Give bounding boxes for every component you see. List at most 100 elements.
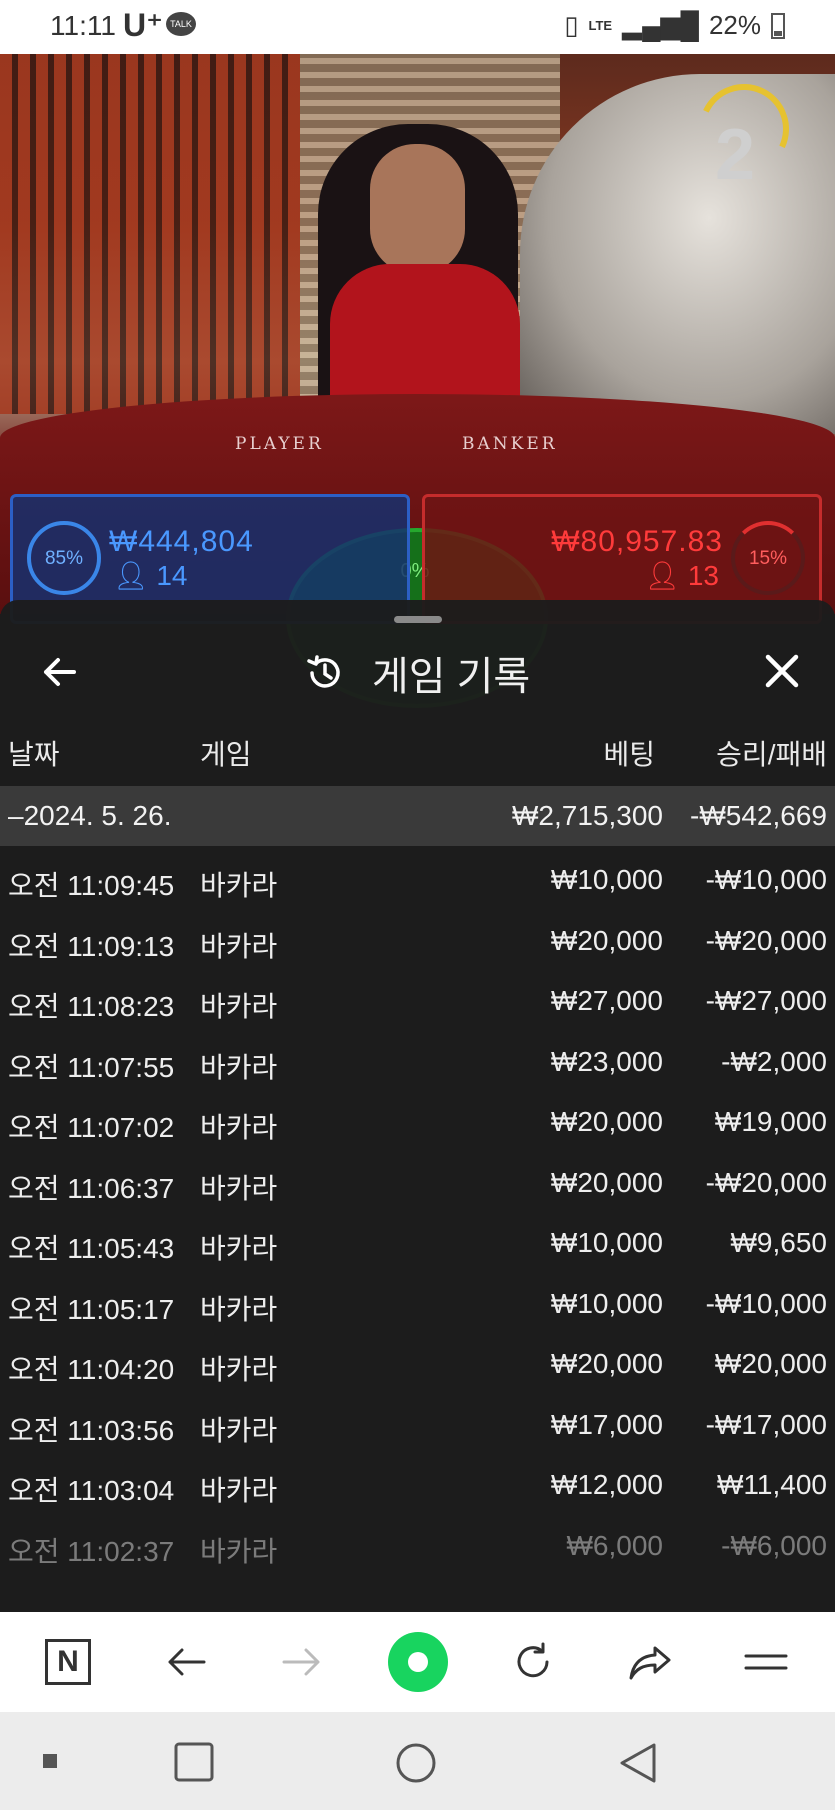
close-icon xyxy=(765,654,799,688)
row-result: ₩11,400 xyxy=(717,1469,827,1500)
green-dot-button[interactable] xyxy=(388,1632,448,1692)
row-time: 오전 11:07:55 xyxy=(8,1051,175,1083)
history-row[interactable]: 오전 11:09:45 바카라 ₩10,000 -₩10,000 xyxy=(0,850,835,911)
row-bet: ₩20,000 xyxy=(550,1348,663,1379)
history-icon xyxy=(307,655,340,688)
row-result: -₩17,000 xyxy=(705,1408,827,1440)
overview-dot-icon[interactable] xyxy=(43,1754,57,1768)
row-game: 바카라 xyxy=(200,1414,278,1446)
person-icon: 👤︎ xyxy=(644,560,681,591)
signal-icon: ▂▄▆█ xyxy=(622,10,699,40)
status-bar: 11:11 U⁺ TALK ▯ LTE ▂▄▆█ 22% xyxy=(0,0,835,54)
banker-percent-ring: 15% xyxy=(731,521,805,595)
recent-apps-button[interactable] xyxy=(174,1742,214,1787)
talk-icon: TALK xyxy=(166,12,196,36)
close-button[interactable] xyxy=(759,648,805,694)
forward-arrow-icon xyxy=(282,1648,320,1676)
history-row[interactable]: 오전 11:08:23 바카라 ₩27,000 -₩27,000 xyxy=(0,971,835,1032)
refresh-button[interactable] xyxy=(505,1634,561,1690)
row-time: 오전 11:09:45 xyxy=(8,870,175,901)
column-date: 날짜 xyxy=(8,739,60,770)
row-time: 오전 11:03:04 xyxy=(8,1475,175,1506)
row-result: ₩9,650 xyxy=(730,1227,828,1258)
column-result: 승리/패배 xyxy=(716,739,827,770)
vibrate-icon: ▯ xyxy=(564,10,579,40)
row-game: 바카라 xyxy=(200,991,278,1022)
player-percent-ring: 85% xyxy=(27,521,101,595)
browser-back-button[interactable] xyxy=(158,1634,214,1690)
browser-toolbar: N xyxy=(0,1612,835,1712)
history-row[interactable]: 오전 11:07:55 바카라 ₩23,000 -₩2,000 xyxy=(0,1032,835,1093)
menu-button[interactable] xyxy=(738,1634,794,1690)
status-time: 11:11 xyxy=(50,10,116,41)
row-time: 오전 11:04:20 xyxy=(8,1354,175,1385)
table-player-text: PLAYER xyxy=(235,434,324,454)
date-summary-row[interactable]: –2024. 5. 26. ₩2,715,300 -₩542,669 xyxy=(0,786,835,846)
history-row[interactable]: 오전 11:09:13 바카라 ₩20,000 -₩20,000 xyxy=(0,911,835,972)
system-nav-bar xyxy=(0,1712,835,1810)
row-bet: ₩12,000 xyxy=(550,1469,663,1500)
carrier-label: U⁺ xyxy=(123,7,163,43)
banker-count-value: 13 xyxy=(687,560,719,591)
row-result: -₩27,000 xyxy=(705,985,827,1016)
history-row[interactable]: 오전 11:03:56 바카라 ₩17,000 -₩17,000 xyxy=(0,1395,835,1456)
row-bet: ₩20,000 xyxy=(550,1106,663,1137)
circle-icon xyxy=(396,1743,436,1783)
history-row[interactable]: 오전 11:03:04 바카라 ₩12,000 ₩11,400 xyxy=(0,1455,835,1516)
row-result: -₩20,000 xyxy=(705,924,827,956)
row-bet: ₩6,000 xyxy=(566,1529,664,1561)
player-count-value: 14 xyxy=(156,560,188,591)
row-game: 바카라 xyxy=(200,870,278,901)
row-bet: ₩17,000 xyxy=(550,1408,663,1440)
row-game: 바카라 xyxy=(200,1172,278,1204)
row-time: 오전 11:05:43 xyxy=(8,1233,175,1264)
row-time: 오전 11:02:37 xyxy=(8,1535,175,1567)
row-time: 오전 11:06:37 xyxy=(8,1172,175,1204)
row-bet: ₩20,000 xyxy=(550,1166,663,1198)
row-time: 오전 11:08:23 xyxy=(8,991,175,1022)
column-headers: 날짜 게임 베팅 승리/패배 xyxy=(0,733,835,781)
history-row[interactable]: 오전 11:07:02 바카라 ₩20,000 ₩19,000 xyxy=(0,1092,835,1153)
player-bet-amount: ₩444,804 xyxy=(109,525,254,558)
row-result: -₩10,000 xyxy=(705,1287,827,1319)
sheet-title-text: 게임 기록 xyxy=(371,655,531,699)
row-bet: ₩20,000 xyxy=(550,924,663,956)
row-bet: ₩27,000 xyxy=(550,985,663,1016)
history-row[interactable]: 오전 11:05:17 바카라 ₩10,000 -₩10,000 xyxy=(0,1274,835,1335)
home-button[interactable] xyxy=(395,1742,437,1789)
row-bet: ₩10,000 xyxy=(550,1287,663,1319)
history-row[interactable]: 오전 11:06:37 바카라 ₩20,000 -₩20,000 xyxy=(0,1153,835,1214)
row-result: ₩19,000 xyxy=(714,1106,827,1137)
row-bet: ₩10,000 xyxy=(550,1227,663,1258)
row-game: 바카라 xyxy=(200,1475,278,1506)
row-time: 오전 11:07:02 xyxy=(8,1112,175,1143)
summary-bet: ₩2,715,300 xyxy=(512,800,663,831)
square-icon xyxy=(174,1742,214,1782)
system-back-button[interactable] xyxy=(618,1742,658,1789)
game-history-sheet: 게임 기록 날짜 게임 베팅 승리/패배 –2024. 5. 26. ₩2,71… xyxy=(0,600,835,1612)
back-arrow-icon xyxy=(168,1648,206,1676)
row-result: -₩6,000 xyxy=(721,1529,827,1561)
sheet-drag-handle[interactable] xyxy=(394,616,442,623)
history-row[interactable]: 오전 11:04:20 바카라 ₩20,000 ₩20,000 xyxy=(0,1334,835,1395)
row-time: 오전 11:05:17 xyxy=(8,1293,175,1325)
row-time: 오전 11:09:13 xyxy=(8,930,175,962)
share-button[interactable] xyxy=(622,1634,678,1690)
row-game: 바카라 xyxy=(200,1354,278,1385)
history-row[interactable]: 오전 11:02:37 바카라 ₩6,000 -₩6,000 xyxy=(0,1516,835,1577)
banker-bet-amount: ₩80,957.83 xyxy=(551,525,723,558)
battery-percent: 22% xyxy=(708,10,761,40)
row-result: -₩2,000 xyxy=(721,1045,827,1077)
browser-forward-button[interactable] xyxy=(274,1634,330,1690)
row-time: 오전 11:03:56 xyxy=(8,1414,175,1446)
row-game: 바카라 xyxy=(200,1535,278,1567)
history-row[interactable]: 오전 11:05:43 바카라 ₩10,000 ₩9,650 xyxy=(0,1213,835,1274)
naver-home-button[interactable]: N xyxy=(45,1639,91,1685)
background-tree xyxy=(0,54,300,414)
battery-icon xyxy=(771,12,785,39)
row-game: 바카라 xyxy=(200,1112,278,1143)
dealer-face xyxy=(370,144,465,274)
row-bet: ₩23,000 xyxy=(550,1045,663,1077)
lte-icon: LTE xyxy=(588,18,613,33)
row-result: -₩20,000 xyxy=(705,1166,827,1198)
